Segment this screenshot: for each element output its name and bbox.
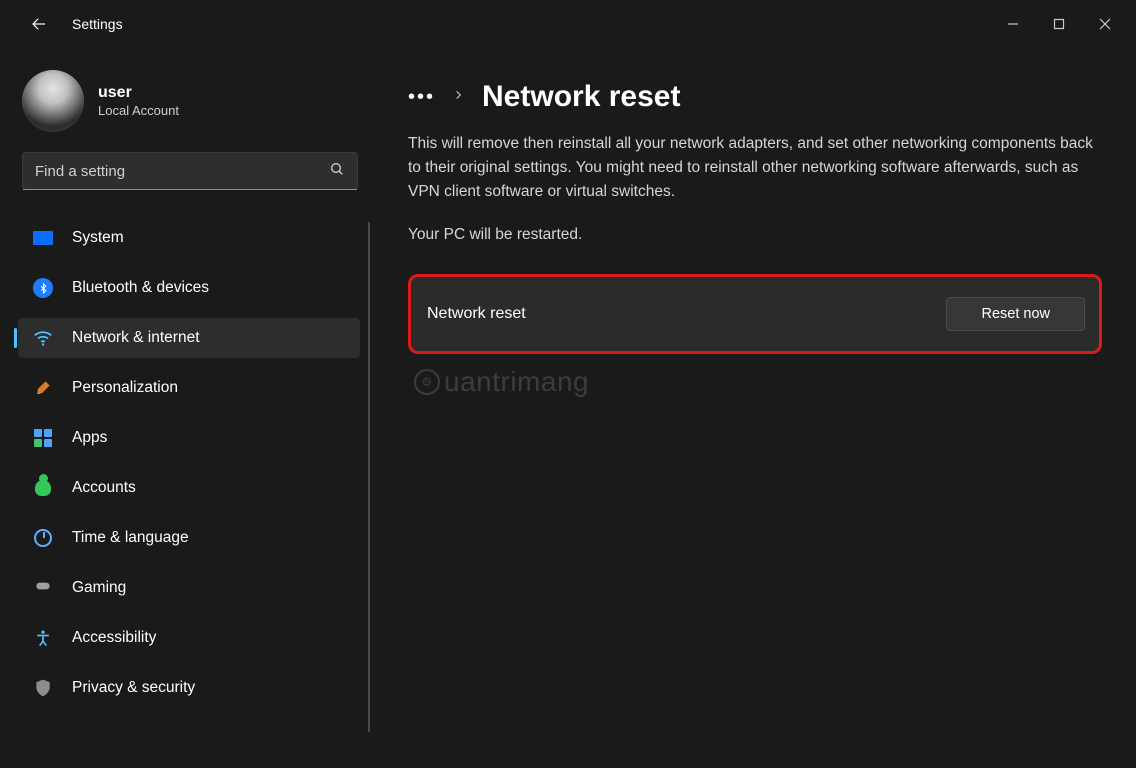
maximize-icon bbox=[1053, 18, 1065, 30]
gamepad-icon bbox=[32, 577, 54, 599]
clock-globe-icon bbox=[32, 527, 54, 549]
chevron-right-icon bbox=[453, 88, 464, 107]
search-icon bbox=[329, 161, 345, 182]
lightbulb-icon: ⚙ bbox=[414, 369, 440, 395]
sidebar-item-label: System bbox=[72, 229, 124, 247]
sidebar-item-label: Apps bbox=[72, 429, 107, 447]
watermark-text: uantrimang bbox=[444, 366, 589, 398]
close-icon bbox=[1099, 18, 1111, 30]
person-icon bbox=[32, 477, 54, 499]
sidebar-item-label: Bluetooth & devices bbox=[72, 279, 209, 297]
paintbrush-icon bbox=[32, 377, 54, 399]
reset-panel: Network reset Reset now bbox=[408, 274, 1102, 354]
apps-icon bbox=[32, 427, 54, 449]
app-title: Settings bbox=[72, 16, 123, 32]
page-title: Network reset bbox=[482, 80, 680, 114]
sidebar-item-accounts[interactable]: Accounts bbox=[18, 468, 360, 508]
wifi-icon bbox=[32, 327, 54, 349]
close-window-button[interactable] bbox=[1082, 8, 1128, 40]
sidebar-item-label: Gaming bbox=[72, 579, 126, 597]
breadcrumb-overflow-button[interactable]: ••• bbox=[408, 86, 435, 109]
accessibility-icon bbox=[32, 627, 54, 649]
sidebar-item-bluetooth[interactable]: Bluetooth & devices bbox=[18, 268, 360, 308]
shield-icon bbox=[32, 677, 54, 699]
avatar bbox=[22, 70, 84, 132]
watermark: ⚙ uantrimang bbox=[414, 366, 589, 398]
sidebar-item-label: Privacy & security bbox=[72, 679, 195, 697]
nav-list: System Bluetooth & devices Network & int… bbox=[22, 218, 370, 708]
back-button[interactable] bbox=[22, 7, 56, 41]
minimize-button[interactable] bbox=[990, 8, 1036, 40]
search-input[interactable] bbox=[35, 163, 329, 180]
sidebar-item-label: Accounts bbox=[72, 479, 136, 497]
sidebar-item-time-language[interactable]: Time & language bbox=[18, 518, 360, 558]
sidebar-item-label: Personalization bbox=[72, 379, 178, 397]
sidebar-item-label: Time & language bbox=[72, 529, 189, 547]
sidebar: user Local Account System Bluetooth & de… bbox=[0, 48, 370, 768]
maximize-button[interactable] bbox=[1036, 8, 1082, 40]
user-name: user bbox=[98, 84, 179, 102]
sidebar-item-apps[interactable]: Apps bbox=[18, 418, 360, 458]
minimize-icon bbox=[1007, 18, 1019, 30]
sidebar-item-gaming[interactable]: Gaming bbox=[18, 568, 360, 608]
sidebar-item-label: Network & internet bbox=[72, 329, 200, 347]
sidebar-item-personalization[interactable]: Personalization bbox=[18, 368, 360, 408]
reset-now-button[interactable]: Reset now bbox=[946, 297, 1085, 331]
title-bar: Settings bbox=[0, 0, 1136, 48]
sidebar-item-accessibility[interactable]: Accessibility bbox=[18, 618, 360, 658]
user-account-type: Local Account bbox=[98, 103, 179, 118]
sidebar-item-privacy[interactable]: Privacy & security bbox=[18, 668, 360, 708]
sidebar-item-label: Accessibility bbox=[72, 629, 156, 647]
sidebar-item-network[interactable]: Network & internet bbox=[18, 318, 360, 358]
sidebar-item-system[interactable]: System bbox=[18, 218, 360, 258]
display-icon bbox=[32, 227, 54, 249]
search-box[interactable] bbox=[22, 152, 358, 190]
user-block[interactable]: user Local Account bbox=[22, 70, 370, 132]
arrow-left-icon bbox=[30, 15, 48, 33]
breadcrumb: ••• Network reset bbox=[408, 80, 1106, 114]
panel-label: Network reset bbox=[427, 305, 946, 323]
bluetooth-icon bbox=[32, 277, 54, 299]
page-description: This will remove then reinstall all your… bbox=[408, 132, 1106, 204]
restart-notice: Your PC will be restarted. bbox=[408, 226, 1106, 244]
main-content: ••• Network reset This will remove then … bbox=[370, 48, 1136, 768]
